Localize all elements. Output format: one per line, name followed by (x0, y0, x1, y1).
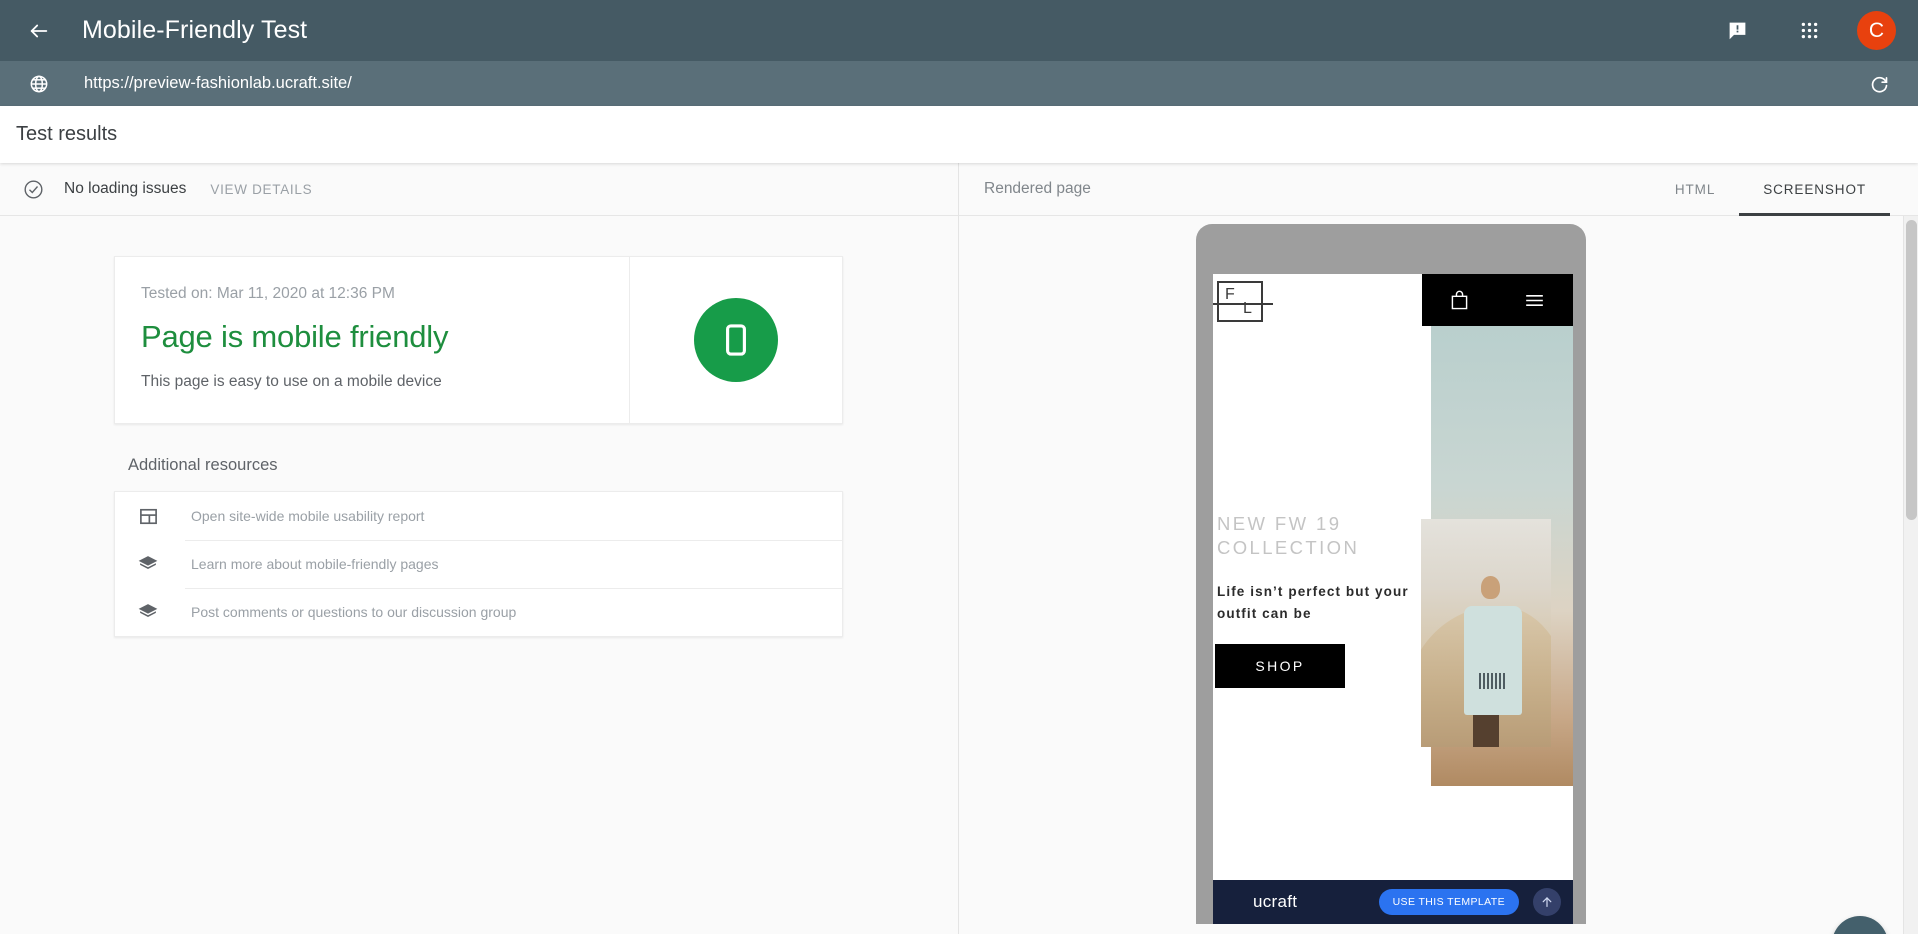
tab-screenshot[interactable]: SCREENSHOT (1739, 163, 1890, 216)
feedback-button[interactable] (1717, 11, 1757, 51)
body-split: No loading issues VIEW DETAILS Tested on… (0, 163, 1918, 934)
logo-letter-top: F (1225, 286, 1235, 303)
result-card: Tested on: Mar 11, 2020 at 12:36 PM Page… (114, 256, 843, 424)
hero-kicker: NEW FW 19 COLLECTION (1217, 513, 1360, 559)
shopping-bag-icon[interactable] (1448, 289, 1471, 312)
loading-status-strip: No loading issues VIEW DETAILS (0, 163, 958, 216)
report-table-icon (139, 508, 157, 524)
url-bar: https://preview-fashionlab.ucraft.site/ (0, 61, 1918, 106)
site-nav (1422, 274, 1573, 326)
check-circle-icon-wrapper (22, 178, 44, 200)
resource-row-learn-more[interactable]: Learn more about mobile-friendly pages (115, 540, 842, 588)
person-head (1480, 576, 1500, 599)
preview-area: F L NEW FW 19 COLLECTION Life isn’t perf… (959, 216, 1918, 934)
resource-label: Post comments or questions to our discus… (191, 604, 517, 620)
site-hero: NEW FW 19 COLLECTION Life isn’t perfect … (1213, 326, 1573, 924)
hero-foreground-image (1421, 519, 1551, 747)
resource-row-discussion-group[interactable]: Post comments or questions to our discus… (115, 588, 842, 636)
feedback-icon (1729, 22, 1745, 40)
avatar[interactable]: C (1857, 11, 1896, 50)
hamburger-menu-icon[interactable] (1522, 288, 1547, 313)
results-header: Test results (0, 106, 1918, 163)
rendered-page-bar: Rendered page HTML SCREENSHOT (959, 163, 1918, 216)
apps-grid-icon (1801, 22, 1817, 39)
result-card-main: Tested on: Mar 11, 2020 at 12:36 PM Page… (115, 257, 629, 423)
school-cap-icon-wrapper (135, 551, 161, 577)
tested-on-text: Tested on: Mar 11, 2020 at 12:36 PM (141, 285, 395, 302)
additional-resources-card: Open site-wide mobile usability report L… (114, 491, 843, 637)
reload-icon (1871, 76, 1887, 93)
hero-copy: NEW FW 19 COLLECTION Life isn’t perfect … (1217, 512, 1427, 625)
result-icon-cell (629, 257, 842, 423)
ucraft-banner: ucraft USE THIS TEMPLATE (1213, 880, 1573, 924)
hero-subtitle: Life isn’t perfect but your outfit can b… (1217, 583, 1409, 621)
check-circle-icon (23, 179, 43, 199)
tab-html[interactable]: HTML (1651, 163, 1739, 216)
google-apps-button[interactable] (1789, 11, 1829, 51)
ucraft-logo: ucraft (1253, 892, 1298, 911)
additional-resources-title: Additional resources (128, 456, 278, 474)
person-shirt (1463, 605, 1523, 716)
phone-screen: F L NEW FW 19 COLLECTION Life isn’t perf… (1213, 274, 1573, 924)
scrollbar-thumb[interactable] (1906, 220, 1917, 520)
use-this-template-button[interactable]: USE THIS TEMPLATE (1378, 889, 1519, 915)
share-fab-button[interactable] (1832, 916, 1888, 934)
resource-row-usability-report[interactable]: Open site-wide mobile usability report (115, 492, 842, 540)
report-table-icon-wrapper (135, 503, 161, 529)
school-cap-icon-wrapper (135, 599, 161, 625)
rendered-page-label: Rendered page (984, 180, 1091, 197)
person-legs (1473, 710, 1499, 747)
mobile-phone-icon (726, 324, 746, 356)
resource-label: Learn more about mobile-friendly pages (191, 556, 439, 572)
loading-status-text: No loading issues (64, 180, 187, 197)
left-pane: No loading issues VIEW DETAILS Tested on… (0, 163, 959, 934)
arrow-back-icon (30, 24, 48, 37)
globe-icon (30, 75, 48, 92)
site-header: F L (1213, 274, 1573, 326)
verdict-subtitle: This page is easy to use on a mobile dev… (141, 373, 442, 390)
school-cap-icon (138, 604, 158, 617)
arrow-up-icon (1542, 897, 1552, 907)
top-app-bar: Mobile-Friendly Test C (0, 0, 1918, 61)
shirt-print (1479, 673, 1508, 690)
phone-mockup: F L NEW FW 19 COLLECTION Life isn’t perf… (1196, 224, 1586, 924)
page-title: Test results (16, 123, 118, 145)
globe-icon-wrapper (22, 67, 56, 101)
resource-label: Open site-wide mobile usability report (191, 508, 425, 524)
shop-button[interactable]: SHOP (1215, 644, 1345, 688)
scroll-to-top-button[interactable] (1533, 888, 1561, 916)
right-pane: Rendered page HTML SCREENSHOT F L NEW FW… (959, 163, 1918, 934)
verdict-text: Page is mobile friendly (141, 319, 449, 354)
reload-button[interactable] (1862, 67, 1896, 101)
school-cap-icon (138, 556, 158, 569)
preview-scrollbar[interactable] (1903, 216, 1918, 934)
url-input[interactable]: https://preview-fashionlab.ucraft.site/ (84, 74, 1862, 93)
app-title: Mobile-Friendly Test (82, 16, 308, 44)
mobile-friendly-badge (694, 298, 778, 382)
logo-strike-line (1213, 303, 1273, 305)
site-logo[interactable]: F L (1213, 281, 1273, 322)
view-details-link[interactable]: VIEW DETAILS (210, 182, 312, 197)
left-content: Tested on: Mar 11, 2020 at 12:36 PM Page… (0, 216, 958, 637)
mobile-friendly-test-app: Mobile-Friendly Test C https://preview-f… (0, 0, 1918, 934)
back-button[interactable] (22, 14, 56, 48)
site-logo-area: F L (1213, 274, 1422, 326)
